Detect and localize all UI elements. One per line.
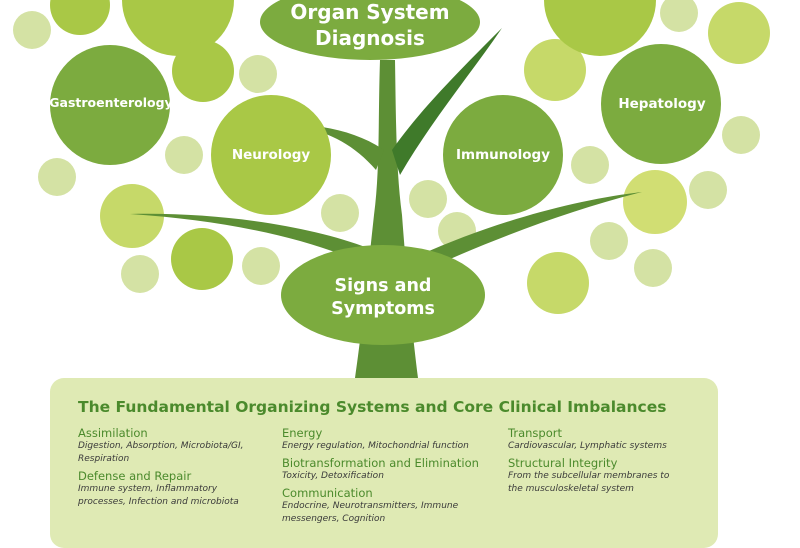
decor-circle <box>634 249 672 287</box>
assimilation-heading: Assimilation <box>78 426 148 440</box>
gastroenterology-label: Gastroenterology <box>49 95 172 110</box>
decor-circle <box>121 255 159 293</box>
hepatology-node: Hepatology <box>601 44 721 164</box>
organ-system-node: Organ System Diagnosis <box>260 0 480 60</box>
biotransformation-heading: Biotransformation and Elimination <box>282 456 479 470</box>
decor-circle <box>321 194 359 232</box>
transport-heading: Transport <box>508 426 562 440</box>
hepatology-label: Hepatology <box>618 96 706 112</box>
decor-circle <box>13 11 51 49</box>
decor-circle <box>242 247 280 285</box>
biotransformation-description: Toxicity, Detoxification <box>282 471 384 481</box>
decor-circle <box>171 228 233 290</box>
panel-column-3: Transport Cardiovascular, Lymphatic syst… <box>508 426 708 499</box>
decor-circle <box>623 170 687 234</box>
defense-repair-heading: Defense and Repair <box>78 469 192 483</box>
decor-circle <box>689 171 727 209</box>
transport-description: Cardiovascular, Lymphatic systems <box>508 441 667 451</box>
decor-circle <box>571 146 609 184</box>
decor-circle <box>409 180 447 218</box>
decor-circle <box>590 222 628 260</box>
decor-circle <box>239 55 277 93</box>
communication-description: Endocrine, Neurotransmitters, Immune mes… <box>282 501 459 524</box>
neurology-node: Neurology <box>211 95 331 215</box>
immunology-label: Immunology <box>456 147 550 163</box>
organ-system-label-1: Organ System <box>290 0 449 24</box>
decor-circle <box>100 184 164 248</box>
decor-circle <box>660 0 698 32</box>
decor-circle <box>527 252 589 314</box>
immunology-node: Immunology <box>443 95 563 215</box>
assimilation-description: Digestion, Absorption, Microbiota/GI, Re… <box>78 441 244 464</box>
panel-column-1: Assimilation Digestion, Absorption, Micr… <box>78 426 268 512</box>
organ-system-label-2: Diagnosis <box>315 26 425 50</box>
structural-integrity-description: From the subcellular membranes to the mu… <box>508 471 670 494</box>
panel-column-2: Energy Energy regulation, Mitochondrial … <box>282 426 498 529</box>
decor-circle <box>50 0 110 35</box>
structural-integrity-heading: Structural Integrity <box>508 456 618 470</box>
energy-heading: Energy <box>282 426 323 440</box>
signs-symptoms-node: Signs and Symptoms <box>281 245 485 345</box>
energy-description: Energy regulation, Mitochondrial functio… <box>282 441 469 451</box>
decor-circle <box>165 136 203 174</box>
decor-circle <box>708 2 770 64</box>
core-imbalances-panel: The Fundamental Organizing Systems and C… <box>50 378 718 548</box>
decor-circle <box>172 40 234 102</box>
neurology-label: Neurology <box>232 147 311 163</box>
signs-symptoms-label-1: Signs and <box>335 276 432 296</box>
gastroenterology-node: Gastroenterology <box>49 45 173 165</box>
decor-circle <box>722 116 760 154</box>
decor-circle <box>38 158 76 196</box>
panel-title: The Fundamental Organizing Systems and C… <box>78 398 667 416</box>
defense-repair-description: Immune system, Inflammatory processes, I… <box>78 484 239 507</box>
signs-symptoms-label-2: Symptoms <box>331 299 435 319</box>
communication-heading: Communication <box>282 486 373 500</box>
